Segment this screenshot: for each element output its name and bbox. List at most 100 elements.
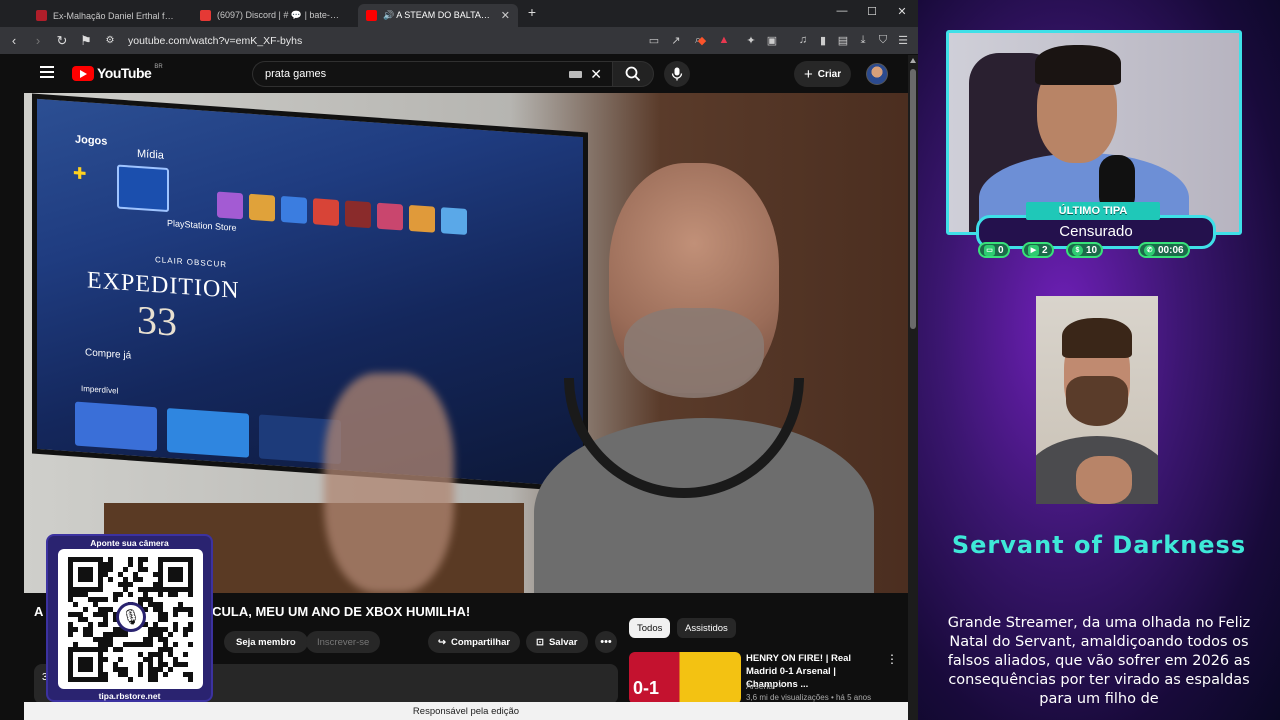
stat-youtube: ▶ 2: [1022, 242, 1054, 258]
avatar[interactable]: [866, 63, 888, 85]
donor-message: Grande Streamer, da uma olhada no Feliz …: [947, 615, 1251, 707]
qr-module: [158, 607, 163, 612]
recommendation-channel[interactable]: Arsenal ✔: [746, 680, 785, 691]
qr-module: [83, 567, 88, 572]
share-page-icon[interactable]: ↗: [669, 33, 683, 47]
qr-module: [173, 627, 178, 632]
qr-module: [68, 657, 73, 662]
qr-module: [68, 647, 73, 652]
brave-rewards-icon[interactable]: ▲: [717, 33, 731, 47]
scrollbar[interactable]: [908, 55, 918, 720]
qr-module: [158, 602, 163, 607]
tv-promo-card: [75, 401, 157, 452]
maximize-icon[interactable]: ☐: [862, 5, 882, 18]
more-actions-icon[interactable]: •••: [595, 631, 617, 653]
site-settings-icon[interactable]: ⚙: [100, 31, 120, 51]
cast-icon[interactable]: ▭: [647, 33, 661, 47]
qr-module: [188, 622, 193, 627]
recommendation-menu-icon[interactable]: ⋮: [886, 652, 898, 666]
back-arrow-icon[interactable]: ‹: [4, 31, 24, 51]
video-player[interactable]: Jogos Mídia ✚ PlayStation Store CLAIR OB…: [24, 93, 908, 593]
qr-module: [153, 677, 158, 682]
qr-module: [158, 667, 163, 672]
close-tab-icon[interactable]: ✕: [501, 9, 510, 22]
create-button[interactable]: + Criar: [794, 61, 852, 87]
youtube-logo[interactable]: YouTube BR: [72, 64, 163, 81]
sidebar-icon[interactable]: ▮: [816, 33, 830, 47]
close-window-icon[interactable]: ✕: [892, 5, 912, 18]
qr-module: [153, 667, 158, 672]
chip-all[interactable]: Todos: [629, 618, 671, 638]
tab-youtube-video[interactable]: 🔊 A STEAM DO BALTAR É RIDÍCULA, M ✕: [358, 4, 518, 27]
voice-search-button[interactable]: [664, 61, 690, 87]
minimize-icon[interactable]: —: [832, 5, 852, 17]
qr-module: [78, 662, 83, 667]
join-member-button[interactable]: Seja membro: [224, 631, 308, 653]
stat-value: 0: [998, 244, 1004, 256]
media-icon[interactable]: ♫: [796, 33, 810, 47]
share-button[interactable]: ↪ Compartilhar: [428, 631, 521, 653]
qr-module: [83, 677, 88, 682]
qr-module: [68, 667, 73, 672]
qr-module: [98, 662, 103, 667]
game-tile: [409, 204, 435, 233]
clear-search-icon[interactable]: ✕: [590, 66, 602, 83]
bookmark-icon[interactable]: ⚑: [76, 31, 96, 51]
new-tab-plus-icon[interactable]: +: [522, 4, 542, 20]
save-button[interactable]: ⊡ Salvar: [526, 631, 588, 653]
screenshot-icon[interactable]: ▣: [765, 33, 779, 47]
qr-module: [173, 577, 178, 582]
qr-module: [138, 587, 143, 592]
keyboard-icon[interactable]: [569, 71, 582, 78]
qr-module: [98, 557, 103, 562]
qr-module: [143, 642, 148, 647]
forward-arrow-icon[interactable]: ›: [28, 31, 48, 51]
brave-shield-icon[interactable]: ◆: [695, 33, 709, 47]
qr-module: [183, 632, 188, 637]
tab-discord[interactable]: (6097) Discord | # 💬 | bate-papo | RODRI…: [192, 4, 350, 27]
qr-module: [148, 637, 153, 642]
qr-module: [83, 647, 88, 652]
qr-module: [143, 592, 148, 597]
qr-module: [93, 597, 98, 602]
browser-menu-icon[interactable]: ☰: [896, 33, 910, 47]
upload-age: há 5 anos: [835, 693, 872, 702]
youtube-header: YouTube BR prata games ✕ + Criar: [24, 55, 908, 93]
qr-module: [118, 582, 123, 587]
qr-module: [128, 642, 133, 647]
vpn-shield-icon[interactable]: ⛉: [876, 33, 890, 47]
qr-module: [138, 577, 143, 582]
view-count: 3,6 mi de visualizações: [746, 693, 829, 702]
chip-watched[interactable]: Assistidos: [677, 618, 736, 638]
verified-icon: ✔: [777, 680, 785, 690]
reload-icon[interactable]: ↻: [52, 31, 72, 51]
qr-module: [98, 642, 103, 647]
qr-module: [188, 562, 193, 567]
qr-module: [93, 602, 98, 607]
hamburger-menu-icon[interactable]: [40, 66, 54, 78]
address-bar: ‹ › ↻ ⚑ ⚙ youtube.com/watch?v=emK_XF-byh…: [0, 27, 918, 54]
qr-module: [98, 652, 103, 657]
qr-module: [168, 577, 173, 582]
qr-module: [123, 642, 128, 647]
scroll-up-arrow-icon[interactable]: [910, 58, 916, 63]
qr-module: [103, 617, 108, 622]
qr-module: [83, 662, 88, 667]
scroll-thumb[interactable]: [910, 69, 916, 329]
qr-module: [103, 632, 108, 637]
extensions-icon[interactable]: ✦: [744, 33, 758, 47]
download-icon[interactable]: ⤓: [856, 33, 870, 47]
qr-module: [173, 612, 178, 617]
recommendation-thumbnail[interactable]: 0-1: [629, 652, 741, 704]
wallet-icon[interactable]: ▤: [836, 33, 850, 47]
tab-news[interactable]: Ex-Malhação Daniel Erthal faz balanço so…: [28, 4, 186, 27]
qr-module: [128, 582, 133, 587]
qr-module: [108, 557, 113, 562]
search-button[interactable]: [612, 61, 654, 87]
qr-module: [143, 587, 148, 592]
subscribe-button[interactable]: Inscrever-se: [306, 631, 381, 653]
search-input[interactable]: prata games ✕: [252, 61, 612, 87]
tab-title: 🔊 A STEAM DO BALTAR É RIDÍCULA, M: [383, 10, 495, 20]
stat-timer: ✆ 00:06: [1138, 242, 1190, 258]
url-field[interactable]: youtube.com/watch?v=emK_XF-byhs: [128, 35, 302, 47]
